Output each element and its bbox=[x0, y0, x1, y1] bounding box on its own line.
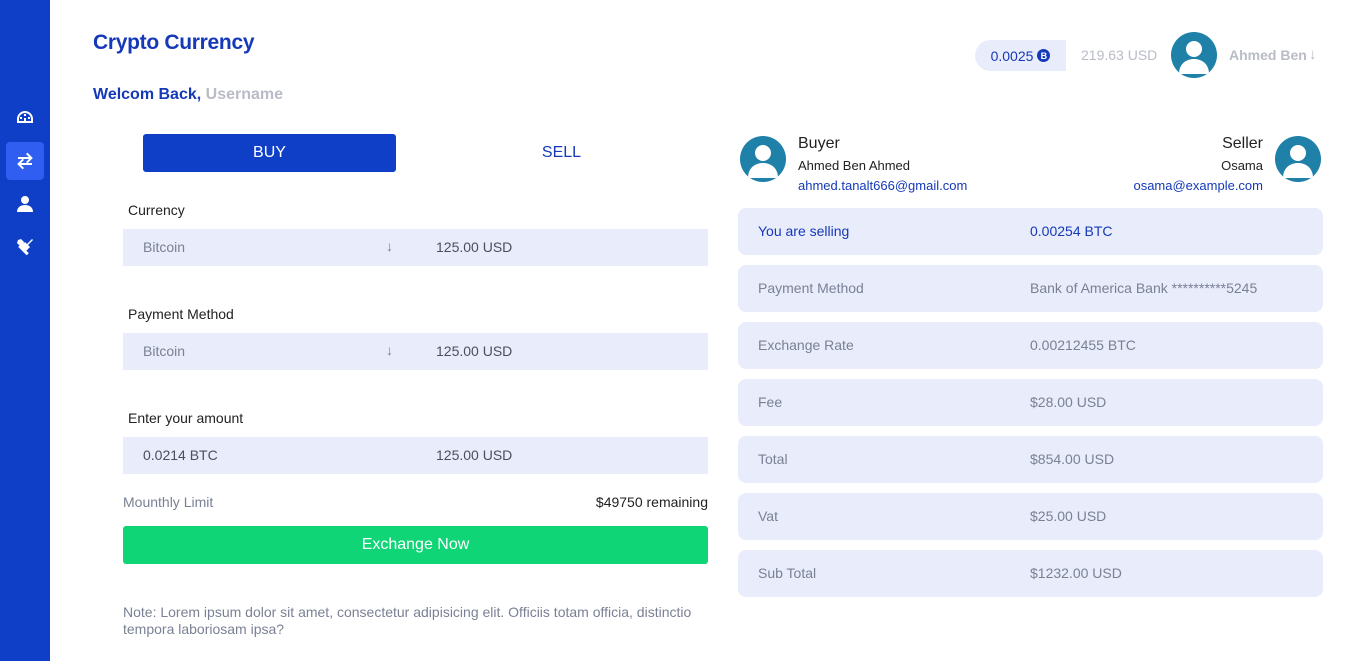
payment-method-select[interactable]: Bitcoin ↓ 125.00 USD bbox=[123, 333, 708, 370]
sidebar-item-dashboard[interactable] bbox=[6, 99, 44, 137]
detail-row: Fee $28.00 USD bbox=[738, 379, 1323, 426]
detail-label: Sub Total bbox=[758, 565, 817, 581]
seller-name: Osama bbox=[1221, 158, 1263, 173]
user-name[interactable]: Ahmed Ben bbox=[1229, 47, 1307, 63]
avatar-icon bbox=[748, 145, 778, 178]
seller-title: Seller bbox=[1222, 135, 1263, 152]
amount-btc[interactable]: 0.0214 BTC bbox=[143, 447, 218, 463]
detail-value: $25.00 USD bbox=[1030, 508, 1107, 524]
tools-icon bbox=[17, 239, 33, 256]
bitcoin-icon: B bbox=[1037, 49, 1051, 62]
detail-label: Fee bbox=[758, 394, 783, 410]
usd-balance: 219.63 USD bbox=[1081, 47, 1158, 63]
buyer-email[interactable]: ahmed.tanalt666@gmail.com bbox=[798, 178, 967, 193]
welcome-label: Welcom Back, bbox=[93, 86, 202, 103]
sidebar-item-exchange[interactable] bbox=[6, 142, 44, 180]
detail-label: Exchange Rate bbox=[758, 337, 854, 353]
amount-field[interactable]: 0.0214 BTC 125.00 USD bbox=[123, 437, 708, 474]
detail-label: Vat bbox=[758, 508, 778, 524]
amount-label: Enter your amount bbox=[128, 410, 244, 426]
welcome-text: Welcom Back, Username bbox=[93, 86, 283, 104]
detail-value: $1232.00 USD bbox=[1030, 565, 1122, 581]
currency-value: Bitcoin bbox=[143, 239, 186, 255]
currency-label: Currency bbox=[128, 202, 185, 218]
payment-method-label: Payment Method bbox=[128, 306, 234, 322]
detail-row: Sub Total $1232.00 USD bbox=[738, 550, 1323, 597]
page-title: Crypto Currency bbox=[93, 31, 255, 54]
btc-balance-value: 0.0025 bbox=[990, 47, 1034, 64]
seller-avatar bbox=[1275, 136, 1321, 182]
username: Username bbox=[205, 86, 284, 103]
arrow-down-icon[interactable]: ↓ bbox=[386, 342, 393, 358]
sidebar bbox=[0, 0, 50, 661]
btc-balance[interactable]: 0.0025 B bbox=[975, 40, 1066, 71]
buyer-avatar bbox=[740, 136, 786, 182]
currency-select[interactable]: Bitcoin ↓ 125.00 USD bbox=[123, 229, 708, 266]
detail-value: $28.00 USD bbox=[1030, 394, 1107, 410]
monthly-limit-label: Mounthly Limit bbox=[123, 494, 214, 510]
buyer-name: Ahmed Ben Ahmed bbox=[798, 158, 911, 173]
payment-method-value: Bitcoin bbox=[143, 343, 186, 359]
user-icon bbox=[17, 196, 33, 212]
detail-value: $854.00 USD bbox=[1030, 451, 1115, 467]
detail-label: You are selling bbox=[758, 223, 850, 239]
note-text: Note: Lorem ipsum dolor sit amet, consec… bbox=[123, 604, 692, 637]
seller-email[interactable]: osama@example.com bbox=[1133, 178, 1263, 193]
avatar-icon bbox=[1283, 145, 1313, 178]
buyer-title: Buyer bbox=[798, 135, 840, 152]
chevron-down-icon[interactable]: ↓ bbox=[1309, 46, 1317, 63]
tab-sell[interactable]: SELL bbox=[430, 134, 693, 172]
detail-row: Total $854.00 USD bbox=[738, 436, 1323, 483]
sidebar-item-settings[interactable] bbox=[6, 228, 44, 266]
tab-buy[interactable]: BUY bbox=[143, 134, 396, 172]
user-avatar[interactable] bbox=[1171, 32, 1217, 78]
dashboard-icon bbox=[17, 111, 33, 123]
payment-method-usd: 125.00 USD bbox=[436, 343, 513, 359]
detail-row: Exchange Rate 0.00212455 BTC bbox=[738, 322, 1323, 369]
detail-value: 0.00254 BTC bbox=[1030, 223, 1113, 239]
avatar-icon bbox=[1179, 41, 1209, 74]
monthly-limit-value: $49750 remaining bbox=[595, 494, 708, 510]
amount-usd: 125.00 USD bbox=[436, 447, 513, 463]
detail-value: 0.00212455 BTC bbox=[1030, 337, 1136, 353]
exchange-now-button[interactable]: Exchange Now bbox=[123, 526, 708, 564]
detail-row: Vat $25.00 USD bbox=[738, 493, 1323, 540]
detail-label: Payment Method bbox=[758, 280, 864, 296]
detail-label: Total bbox=[758, 451, 788, 467]
exchange-icon bbox=[17, 152, 33, 170]
sidebar-item-profile[interactable] bbox=[6, 185, 44, 223]
detail-row: You are selling 0.00254 BTC bbox=[738, 208, 1323, 255]
detail-value: Bank of America Bank **********5245 bbox=[1030, 280, 1258, 296]
currency-usd: 125.00 USD bbox=[436, 239, 513, 255]
detail-row: Payment Method Bank of America Bank ****… bbox=[738, 265, 1323, 312]
arrow-down-icon[interactable]: ↓ bbox=[386, 238, 393, 254]
